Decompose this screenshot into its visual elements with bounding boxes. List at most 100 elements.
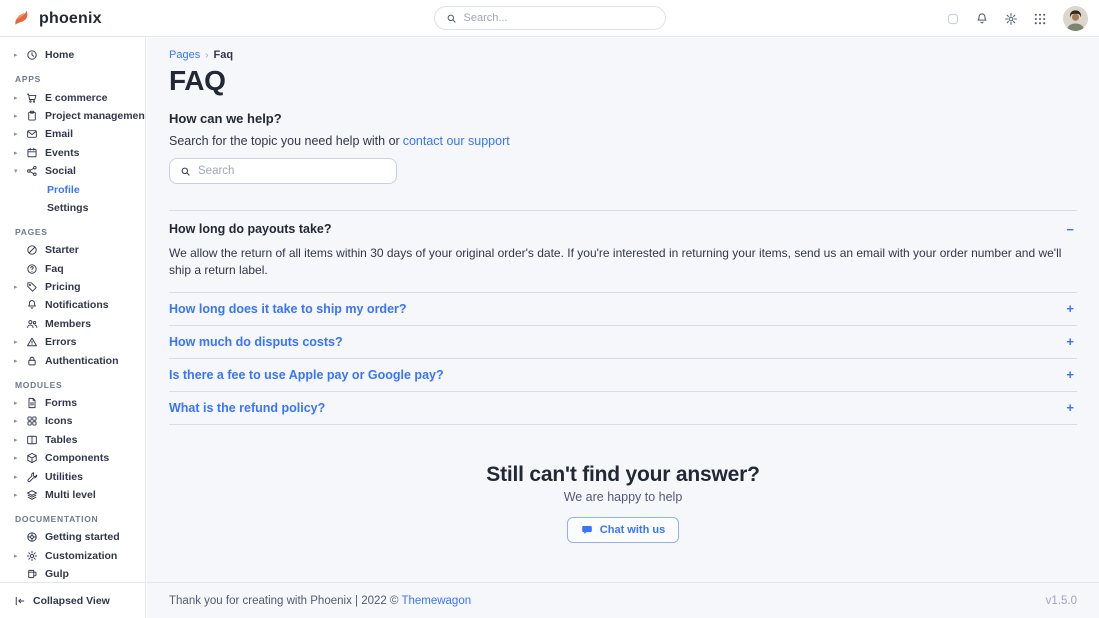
faq-question-toggle[interactable]: How long does it take to ship my order? … bbox=[169, 293, 1077, 325]
phoenix-logo-icon bbox=[12, 8, 33, 29]
wheel-icon bbox=[26, 531, 38, 543]
sidebar-item-label: Customization bbox=[45, 550, 117, 562]
faq-question: How much do disputs costs? bbox=[169, 335, 343, 349]
caret-right-icon: ▸ bbox=[14, 436, 26, 444]
sidebar-item-customization[interactable]: ▸ Customization bbox=[0, 547, 145, 565]
themewagon-link[interactable]: Themewagon bbox=[401, 595, 471, 607]
faq-accordion: How long do payouts take? − We allow the… bbox=[169, 210, 1077, 425]
sidebar-item-multi-level[interactable]: ▸ Multi level bbox=[0, 486, 145, 504]
expand-plus-icon: + bbox=[1066, 302, 1077, 315]
caret-right-icon: ▸ bbox=[14, 283, 26, 291]
sidebar-item-label: Faq bbox=[45, 263, 64, 275]
version-label: v1.5.0 bbox=[1046, 595, 1077, 607]
sidebar-item-errors[interactable]: ▸ Errors bbox=[0, 333, 145, 351]
faq-search-input[interactable] bbox=[198, 165, 386, 177]
sidebar-item-label: Gulp bbox=[45, 568, 69, 580]
envelope-icon bbox=[26, 128, 38, 140]
question-circle-icon bbox=[26, 263, 38, 275]
faq-question-toggle[interactable]: How long do payouts take? − bbox=[169, 211, 1077, 239]
sidebar-item-faq[interactable]: Faq bbox=[0, 260, 145, 278]
sidebar-item-gulp[interactable]: Gulp bbox=[0, 565, 145, 582]
breadcrumb-pages-link[interactable]: Pages bbox=[169, 49, 200, 61]
sidebar-section-modules: MODULES bbox=[0, 370, 145, 394]
sidebar-item-components[interactable]: ▸ Components bbox=[0, 449, 145, 467]
sidebar-item-notifications[interactable]: Notifications bbox=[0, 296, 145, 314]
sidebar-item-label: Getting started bbox=[45, 531, 120, 543]
mug-icon bbox=[26, 568, 38, 580]
sidebar-section-documentation: DOCUMENTATION bbox=[0, 504, 145, 528]
faq-item: How much do disputs costs? + bbox=[169, 326, 1077, 359]
clipboard-icon bbox=[26, 110, 38, 122]
caret-right-icon: ▸ bbox=[14, 491, 26, 499]
caret-right-icon: ▸ bbox=[14, 473, 26, 481]
faq-content: Pages › Faq FAQ How can we help? Search … bbox=[147, 38, 1099, 543]
faq-item: Is there a fee to use Apple pay or Googl… bbox=[169, 359, 1077, 392]
bell-icon bbox=[26, 299, 38, 311]
sidebar-item-project-management[interactable]: ▸ Project management bbox=[0, 107, 145, 125]
caret-right-icon: ▸ bbox=[14, 94, 26, 102]
chat-with-us-button[interactable]: Chat with us bbox=[567, 517, 679, 543]
sidebar-item-profile[interactable]: Profile bbox=[0, 180, 145, 198]
brand-logo[interactable]: phoenix bbox=[12, 0, 102, 37]
apps-grid-icon[interactable] bbox=[1030, 9, 1050, 29]
sidebar-item-utilities[interactable]: ▸ Utilities bbox=[0, 467, 145, 485]
faq-question-toggle[interactable]: What is the refund policy? + bbox=[169, 392, 1077, 424]
compass-icon bbox=[26, 244, 38, 256]
theme-toggle-icon[interactable] bbox=[943, 9, 963, 29]
page-title: FAQ bbox=[169, 65, 1077, 97]
collapsed-view-toggle[interactable]: Collapsed View bbox=[0, 582, 145, 618]
gear-icon bbox=[26, 550, 38, 562]
page-footer: Thank you for creating with Phoenix | 20… bbox=[147, 582, 1099, 618]
sidebar-item-getting-started[interactable]: Getting started bbox=[0, 528, 145, 546]
layers-icon bbox=[26, 489, 38, 501]
caret-right-icon: ▸ bbox=[14, 51, 26, 59]
caret-down-icon: ▾ bbox=[14, 167, 26, 175]
caret-right-icon: ▸ bbox=[14, 399, 26, 407]
navbar-actions bbox=[943, 0, 1088, 37]
sidebar-item-events[interactable]: ▸ Events bbox=[0, 144, 145, 162]
sidebar-item-forms[interactable]: ▸ Forms bbox=[0, 394, 145, 412]
search-icon bbox=[180, 166, 191, 177]
sidebar-section-pages: PAGES bbox=[0, 217, 145, 241]
lock-icon bbox=[26, 355, 38, 367]
sidebar-item-starter[interactable]: Starter bbox=[0, 241, 145, 259]
faq-item: How long do payouts take? − We allow the… bbox=[169, 211, 1077, 293]
notifications-bell-icon[interactable] bbox=[972, 9, 992, 29]
collapsed-view-label: Collapsed View bbox=[33, 595, 110, 607]
expand-plus-icon: + bbox=[1066, 401, 1077, 414]
sidebar-item-pricing[interactable]: ▸ Pricing bbox=[0, 278, 145, 296]
breadcrumb-separator: › bbox=[205, 50, 208, 61]
faq-question-toggle[interactable]: Is there a fee to use Apple pay or Googl… bbox=[169, 359, 1077, 391]
contact-support-link[interactable]: contact our support bbox=[403, 134, 510, 148]
sidebar-item-label: Starter bbox=[45, 244, 79, 256]
global-search-input[interactable] bbox=[464, 12, 654, 24]
file-text-icon bbox=[26, 397, 38, 409]
caret-right-icon: ▸ bbox=[14, 552, 26, 560]
sidebar-item-label: Authentication bbox=[45, 355, 119, 367]
sidebar-item-icons[interactable]: ▸ Icons bbox=[0, 412, 145, 430]
user-avatar[interactable] bbox=[1063, 6, 1088, 31]
sidebar-item-email[interactable]: ▸ Email bbox=[0, 125, 145, 143]
sidebar-item-tables[interactable]: ▸ Tables bbox=[0, 431, 145, 449]
settings-gear-icon[interactable] bbox=[1001, 9, 1021, 29]
faq-question: What is the refund policy? bbox=[169, 401, 325, 415]
sidebar-item-ecommerce[interactable]: ▸ E commerce bbox=[0, 88, 145, 106]
cta-section: Still can't find your answer? We are hap… bbox=[169, 463, 1077, 543]
clock-icon bbox=[26, 49, 38, 61]
sidebar-section-apps: APPS bbox=[0, 64, 145, 88]
sidebar-item-settings[interactable]: Settings bbox=[0, 199, 145, 217]
sidebar-item-home[interactable]: ▸ Home bbox=[0, 46, 145, 64]
sidebar-item-label: Errors bbox=[45, 336, 77, 348]
sidebar-item-social[interactable]: ▾ Social bbox=[0, 162, 145, 180]
sidebar-nav: ▸ Home APPS ▸ E commerce ▸ Project manag… bbox=[0, 38, 145, 582]
sidebar-item-authentication[interactable]: ▸ Authentication bbox=[0, 351, 145, 369]
global-search bbox=[434, 6, 666, 30]
sidebar-item-members[interactable]: Members bbox=[0, 315, 145, 333]
expand-plus-icon: + bbox=[1066, 335, 1077, 348]
package-icon bbox=[26, 452, 38, 464]
faq-search bbox=[169, 158, 397, 184]
faq-question-toggle[interactable]: How much do disputs costs? + bbox=[169, 326, 1077, 358]
top-navbar: phoenix bbox=[0, 0, 1099, 37]
collapse-arrow-icon bbox=[14, 595, 26, 607]
sidebar-item-label: Events bbox=[45, 147, 79, 159]
